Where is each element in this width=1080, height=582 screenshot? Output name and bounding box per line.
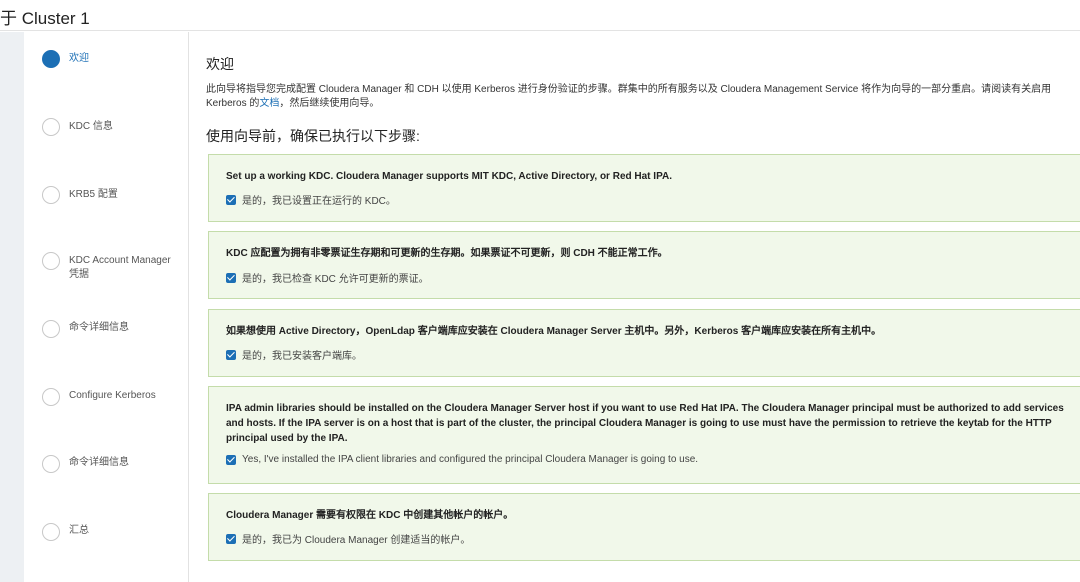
checked-checkbox-icon[interactable] <box>226 349 236 360</box>
step-label: Configure Kerberos <box>69 390 156 401</box>
documentation-link[interactable]: 文档 <box>259 98 279 109</box>
step-label: 命令详细信息 <box>69 457 129 468</box>
checkbox-label: 是的，我已为 Cloudera Manager 创建适当的帐户。 <box>242 535 471 546</box>
prerequisite-checkbox-row[interactable]: 是的，我已检查 KDC 允许可更新的票证。 <box>226 270 429 285</box>
checkbox-label: 是的，我已安装客户端库。 <box>242 351 362 362</box>
step-label: 命令详细信息 <box>69 322 129 333</box>
prerequisite-checkbox-row[interactable]: 是的，我已设置正在运行的 KDC。 <box>226 192 396 207</box>
prerequisite-card-title: 如果想使用 Active Directory，OpenLdap 客户端库应安装在… <box>226 326 882 337</box>
step-circle-icon <box>42 118 60 136</box>
prerequisite-card: KDC 应配置为拥有非零票证生存期和可更新的生存期。如果票证不可更新，则 CDH… <box>208 231 1080 299</box>
step-kdc-info[interactable]: KDC 信息 <box>24 117 189 157</box>
checkbox-label: 是的，我已设置正在运行的 KDC。 <box>242 196 396 207</box>
step-circle-icon <box>42 388 60 406</box>
step-kdc-account-manager[interactable]: KDC Account Manager 凭据 <box>24 251 189 291</box>
step-configure-kerberos[interactable]: Configure Kerberos <box>24 387 189 427</box>
checked-checkbox-icon[interactable] <box>226 454 236 465</box>
step-label: 汇总 <box>69 525 89 536</box>
step-welcome[interactable]: 欢迎 <box>24 49 189 89</box>
prerequisite-card: 如果想使用 Active Directory，OpenLdap 客户端库应安装在… <box>208 309 1080 377</box>
wizard-steps-sidebar: 欢迎 KDC 信息 KRB5 配置 KDC Account Manager 凭据… <box>24 32 189 582</box>
prerequisite-checkbox-row[interactable]: 是的，我已为 Cloudera Manager 创建适当的帐户。 <box>226 531 470 546</box>
step-circle-icon <box>42 186 60 204</box>
step-active-circle-icon <box>42 50 60 68</box>
intro-text: 此向导将指导您完成配置 Cloudera Manager 和 CDH 以使用 K… <box>206 83 1080 111</box>
step-label: 欢迎 <box>69 53 89 64</box>
step-command-details-2[interactable]: 命令详细信息 <box>24 454 189 494</box>
prerequisite-checkbox-row[interactable]: Yes, I've installed the IPA client libra… <box>226 454 698 465</box>
step-krb5-config[interactable]: KRB5 配置 <box>24 185 189 225</box>
step-circle-icon <box>42 455 60 473</box>
step-summary[interactable]: 汇总 <box>24 522 189 562</box>
prerequisite-card: Set up a working KDC. Cloudera Manager s… <box>208 154 1080 222</box>
prerequisite-card-title: KDC 应配置为拥有非零票证生存期和可更新的生存期。如果票证不可更新，则 CDH… <box>226 248 668 259</box>
step-label: KRB5 配置 <box>69 189 118 200</box>
step-command-details-1[interactable]: 命令详细信息 <box>24 319 189 359</box>
step-label: KDC Account Manager 凭据 <box>69 255 171 280</box>
prerequisite-card: IPA admin libraries should be installed … <box>208 386 1080 484</box>
checkbox-label: Yes, I've installed the IPA client libra… <box>242 454 699 465</box>
left-gutter <box>0 32 24 582</box>
checked-checkbox-icon[interactable] <box>226 272 236 283</box>
prerequisite-card-title: Cloudera Manager 需要有权限在 KDC 中创建其他帐户的帐户。 <box>226 510 514 521</box>
wizard-content: 欢迎 此向导将指导您完成配置 Cloudera Manager 和 CDH 以使… <box>190 32 1080 582</box>
prerequisite-card-title: IPA admin libraries should be installed … <box>226 403 1064 444</box>
page-title: 欢迎 <box>206 56 234 72</box>
step-circle-icon <box>42 252 60 270</box>
step-label: KDC 信息 <box>69 121 113 132</box>
prerequisite-checkbox-row[interactable]: 是的，我已安装客户端库。 <box>226 347 362 362</box>
prerequisites-heading: 使用向导前，确保已执行以下步骤: <box>206 128 420 144</box>
page-header-title: 于 Cluster 1 <box>0 9 90 28</box>
checked-checkbox-icon[interactable] <box>226 194 236 205</box>
prerequisite-card: Cloudera Manager 需要有权限在 KDC 中创建其他帐户的帐户。 … <box>208 493 1080 561</box>
step-circle-icon <box>42 523 60 541</box>
checkbox-label: 是的，我已检查 KDC 允许可更新的票证。 <box>242 274 429 285</box>
checked-checkbox-icon[interactable] <box>226 533 236 544</box>
page-header: 于 Cluster 1 <box>0 0 1080 31</box>
intro-text-after-link: ，然后继续使用向导。 <box>279 98 380 109</box>
step-circle-icon <box>42 320 60 338</box>
prerequisite-card-title: Set up a working KDC. Cloudera Manager s… <box>226 171 672 182</box>
